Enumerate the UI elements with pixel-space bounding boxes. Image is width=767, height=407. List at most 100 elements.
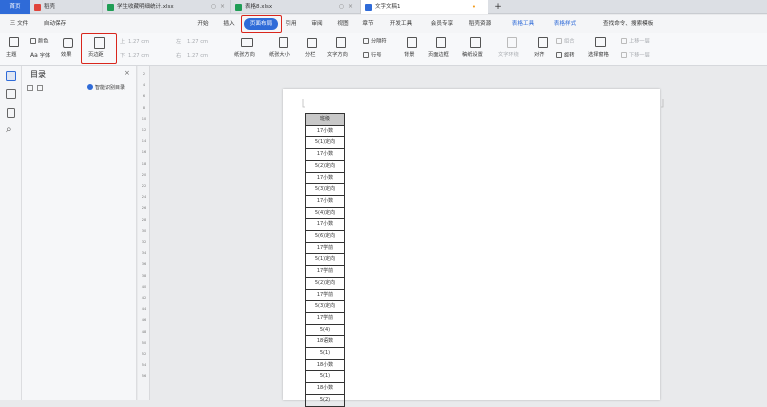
breaks-button[interactable]: 分隔符 — [363, 38, 387, 46]
tab-docer[interactable]: 稻壳 — [30, 0, 102, 14]
tab-chapter[interactable]: 章节 — [357, 18, 379, 30]
table-cell[interactable]: 17学前 — [305, 288, 345, 302]
tab-xlsx-1-label: 学生收藏明细统计.xlsx — [117, 4, 174, 10]
ruler-mark: 44 — [141, 307, 147, 312]
fonts-button[interactable]: Aa 字体 — [30, 52, 50, 60]
toc-panel-icon[interactable] — [6, 71, 16, 81]
breaks-label: 分隔符 — [371, 38, 387, 45]
tab-table-style[interactable]: 表格样式 — [550, 18, 580, 30]
close-icon[interactable]: × — [348, 0, 353, 14]
table-row: 17学前 — [305, 265, 345, 278]
paper-size-button[interactable]: 纸张大小 — [269, 52, 290, 59]
theme-button[interactable]: 主题 — [6, 52, 16, 59]
docer-icon — [34, 3, 41, 11]
toc-panel: 目录 × 智能识别目录 — [22, 66, 137, 400]
close-icon[interactable]: × — [220, 0, 225, 14]
background-button[interactable]: 背景 — [404, 52, 414, 59]
document-icon — [365, 3, 372, 11]
background-icon — [407, 37, 417, 48]
selection-pane-button[interactable]: 选择窗格 — [588, 52, 609, 59]
columns-button[interactable]: 分栏 — [305, 52, 315, 59]
table-row: 5(2) — [305, 393, 345, 407]
table-cell[interactable]: 17小数 — [305, 218, 345, 232]
text-direction-button[interactable]: 文字方向 — [327, 52, 348, 59]
collapse-all-icon[interactable] — [37, 85, 43, 91]
margin-left-label: 左 — [176, 39, 182, 45]
table-cell[interactable]: 17小数 — [305, 194, 345, 208]
effects-button[interactable]: 效果 — [61, 52, 71, 59]
colors-button[interactable]: 颜色 — [30, 38, 48, 46]
tab-doc-active[interactable]: 文字文稿1 • — [360, 0, 488, 14]
table-cell[interactable]: 17学前 — [305, 265, 345, 278]
align-icon — [538, 37, 548, 48]
table-cell[interactable]: 5(1)定向 — [305, 253, 345, 267]
table-cell[interactable]: 5(2) — [305, 393, 345, 407]
expand-all-icon[interactable] — [27, 85, 33, 91]
tab-table-tools[interactable]: 表格工具 — [508, 18, 538, 30]
table-cell[interactable]: 17小数 — [305, 171, 345, 185]
ruler-mark: 38 — [141, 273, 147, 278]
table-cell[interactable]: 5(4)定向 — [305, 206, 345, 220]
tab-references[interactable]: 引用 — [281, 18, 301, 30]
tab-member[interactable]: 会员专享 — [425, 18, 459, 30]
margin-right-field[interactable]: 1.27 cm — [187, 53, 208, 60]
rotate-button[interactable]: 旋转 — [556, 52, 574, 60]
tab-developer[interactable]: 开发工具 — [384, 18, 418, 30]
page-border-button[interactable]: 页面边框 — [428, 52, 449, 59]
tab-start[interactable]: 开始 — [192, 18, 214, 30]
draft-paper-button[interactable]: 稿纸设置 — [462, 52, 483, 59]
table-row: 17学前 — [305, 311, 345, 325]
ruler-mark: 56 — [141, 374, 147, 379]
table-cell[interactable]: 5(1) — [305, 370, 345, 384]
ruler-mark: 42 — [141, 296, 147, 300]
table-row: 5(1) — [305, 347, 345, 360]
table-cell[interactable]: 18语数 — [305, 335, 345, 349]
smart-toc-icon — [87, 84, 93, 90]
margin-bottom-field[interactable]: 1.27 cm — [128, 53, 149, 60]
data-table[interactable]: 班级 17小数 5(1)定向 17小数 5(2)定向 17小数 5(3)定向 17小数 5(4)… — [305, 113, 345, 407]
table-cell[interactable]: 5(1)定向 — [305, 136, 345, 150]
ruler-mark: 50 — [141, 340, 147, 345]
table-cell[interactable]: 17小数 — [305, 124, 345, 138]
table-header-cell[interactable]: 班级 — [305, 113, 345, 126]
ruler-mark: 6 — [142, 94, 146, 99]
table-cell[interactable]: 5(6)定向 — [305, 230, 345, 243]
table-cell[interactable]: 17小数 — [305, 148, 345, 161]
table-cell[interactable]: 5(3)定向 — [305, 183, 345, 196]
table-cell[interactable]: 17学前 — [305, 311, 345, 325]
tab-view[interactable]: 视图 — [333, 18, 353, 30]
ruler-mark: 10 — [141, 116, 147, 121]
command-search[interactable]: 查找命令、搜索模板 — [603, 18, 663, 30]
line-numbers-label: 行号 — [371, 52, 382, 59]
table-cell[interactable]: 18小数 — [305, 358, 345, 372]
selection-pane-icon — [595, 37, 606, 47]
tab-home[interactable]: 首页 — [0, 0, 30, 14]
new-tab-button[interactable]: + — [492, 0, 504, 14]
table-cell[interactable]: 5(2)定向 — [305, 159, 345, 173]
tab-review[interactable]: 审阅 — [306, 18, 328, 30]
smart-toc-button[interactable]: 智能识别目录 — [95, 84, 125, 91]
table-row: 18小数 — [305, 382, 345, 395]
search-icon[interactable]: ⌕ — [6, 124, 12, 135]
tab-xlsx-1[interactable]: 学生收藏明细统计.xlsx ○ × — [102, 0, 230, 14]
margin-left-field[interactable]: 1.27 cm — [187, 39, 208, 46]
table-cell[interactable]: 17学前 — [305, 241, 345, 255]
table-cell[interactable]: 18小数 — [305, 382, 345, 395]
document-page[interactable]: 班级 17小数 5(1)定向 17小数 5(2)定向 17小数 5(3)定向 17小数 5(4)… — [283, 89, 664, 407]
table-cell[interactable]: 5(2)定向 — [305, 276, 345, 290]
navigation-icon[interactable] — [6, 89, 16, 99]
tab-xlsx-2[interactable]: 表格8.xlsx ○ × — [230, 0, 358, 14]
orientation-button[interactable]: 纸张方向 — [234, 52, 255, 59]
close-icon[interactable]: × — [124, 69, 130, 77]
table-cell[interactable]: 5(3)定向 — [305, 300, 345, 313]
bookmark-icon[interactable] — [7, 108, 15, 118]
tab-insert[interactable]: 插入 — [218, 18, 240, 30]
tab-docer-resources[interactable]: 稻壳资源 — [463, 18, 497, 30]
table-cell[interactable]: 5(4) — [305, 323, 345, 337]
tab-bar: 首页 稻壳 学生收藏明细统计.xlsx ○ × 表格8.xlsx ○ × 文字文… — [0, 0, 767, 14]
table-cell[interactable]: 5(1) — [305, 347, 345, 360]
file-menu[interactable]: 三 文件 — [4, 18, 34, 30]
line-numbers-button[interactable]: 行号 — [363, 52, 381, 60]
margin-top-field[interactable]: 1.27 cm — [128, 39, 149, 46]
align-button[interactable]: 对齐 — [534, 52, 544, 59]
